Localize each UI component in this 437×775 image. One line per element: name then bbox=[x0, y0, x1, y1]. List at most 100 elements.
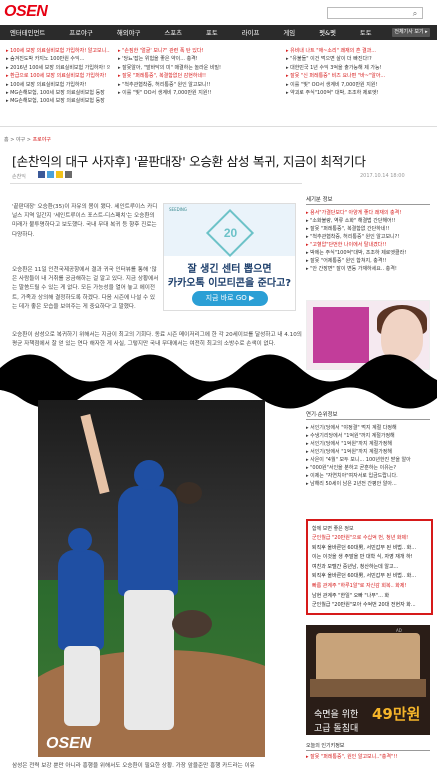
nav-item-sports[interactable]: 스포츠 bbox=[164, 28, 182, 37]
ticker-link[interactable]: ▸ 대한민국 1년 수익 3억을 출가능해 제 가능! bbox=[286, 64, 432, 72]
article-photo[interactable]: OSEN bbox=[38, 400, 265, 757]
ticker-link[interactable]: ▸ 2016년 100세 보장 의료실비보험 가입하자! 의원은... bbox=[6, 64, 110, 72]
bed-base-image bbox=[310, 679, 426, 697]
seeding-ad-banner[interactable]: SEEDING 20 잘 생긴 센터 뽑으면 카카오톡 이모티콘을 준다고? 지… bbox=[163, 203, 296, 311]
nav-item-photo[interactable]: 포토 bbox=[206, 28, 218, 37]
facebook-share-icon[interactable] bbox=[38, 171, 45, 178]
article-title: [손찬익의 대구 사자후] '끝판대장' 오승환 삼성 복귀, 지금이 최적기다 bbox=[12, 154, 366, 169]
nav-item-entertainment[interactable]: 엔터테인먼트 bbox=[10, 28, 45, 37]
ticker-link[interactable]: ▸ 숨겨진도박 카지노 100만원 수익... bbox=[6, 55, 110, 63]
sidebar-section-info: 세기분 정보 ▸ 용서"가결단보다" 아양게 좋다 쾌재의 충격! ▸ "소화불… bbox=[306, 195, 430, 273]
sidebar-link[interactable]: ▸ 이제는 "자연치아"여자서로 입금드랍니다. bbox=[306, 472, 430, 480]
promo-box-title: 함께 보면 좋은 정보 bbox=[312, 526, 354, 532]
ticker-link[interactable]: ▸ 유비내 나트 "애~소리" 쾌재의 흔 결과... bbox=[286, 47, 432, 55]
divider bbox=[0, 126, 437, 127]
breadcrumb: 홈 > 야구 > 프로야구 bbox=[4, 137, 51, 143]
sidebar-link[interactable]: ▸ 서인기(당에서 "1억원"까지 계절가정해 bbox=[306, 440, 430, 448]
ticker-link[interactable]: ▸ 약괴로 주식"100억" 대박, 조조하 제로엣! bbox=[286, 89, 432, 97]
ad-go-button[interactable]: 지금 바로 GO ▶ bbox=[192, 291, 268, 306]
ticker-link[interactable]: ▸ "척추관협착증, 허리통증" 원인 알고보니!! bbox=[118, 81, 258, 89]
ticker-link[interactable]: ▸ 100세 보장 의료실비보험 가입하자! bbox=[6, 81, 110, 89]
promo-link[interactable]: 남현 관계주 "한일" 오빠 "나무"... 화 bbox=[312, 592, 430, 602]
promo-link[interactable]: 여친과 모텔간 중년남, 청산하는데 알고... bbox=[312, 563, 430, 573]
article-byline: 손찬익 bbox=[12, 173, 26, 180]
sidebar-link[interactable]: ▸ 잘못 "어제통증" 원인 합쳐지, 충격!! bbox=[306, 257, 430, 265]
ad-subheadline: 카카오톡 이모티콘을 준다고? bbox=[167, 278, 292, 289]
sidebar-link[interactable]: ▸ "고혈압"단번한 나이에서 탈내겼다!! bbox=[306, 241, 430, 249]
main-nav: 엔터테인먼트 프로야구 해외야구 스포츠 포토 라이프 게임 펫&펫 토토 영상 bbox=[0, 25, 437, 40]
twitter-share-icon[interactable] bbox=[47, 171, 54, 178]
sidebar-section-popular: 오늘의 인기키정보 ▸ 잘못 "퍼레통증", 원인 알고보니.."충격"!! bbox=[306, 742, 430, 761]
recommended-info-box: 함께 보면 좋은 정보 군인월급 "20만원"으로 수십억 번, 청년 화제! … bbox=[306, 519, 433, 615]
author-name[interactable]: 손찬익 bbox=[12, 174, 26, 180]
bed-image bbox=[316, 633, 420, 685]
promo-link[interactable]: 퇴직후 올바른던 60대男, 서민갑부 된 비법.. 화... bbox=[312, 572, 430, 582]
ticker-link[interactable]: ▸ MG손해보험, 100세 보장 의료실비보험 등장 bbox=[6, 97, 110, 105]
nav-item-life[interactable]: 라이프 bbox=[242, 28, 260, 37]
sidebar-link[interactable]: ▸ 서인기(당에서 "야정결" 먹지 계절 다정해 bbox=[306, 424, 430, 432]
ticker-link[interactable]: ▸ "유불들" 이건 먹으면 살이 더 빠진다!? bbox=[286, 55, 432, 63]
sidebar-link[interactable]: ▸ "안 간장면" 잘이 변등 가재하세요.. 충격! bbox=[306, 265, 430, 273]
article-paragraph: 오승환은 11일 인천국제공항에서 결과 귀국 인터뷰를 통해 '많은 사람들이… bbox=[12, 267, 159, 310]
sidebar-link[interactable]: ▸ 수냉기리당에서 "1억원"까지 계절가정해 bbox=[306, 432, 430, 440]
ad-headline: 잘 생긴 센터 뽑으면 bbox=[187, 264, 272, 275]
nav-item-mlb[interactable]: 해외야구 bbox=[117, 28, 141, 37]
ticker-link[interactable]: ▸ 100세 보장 의료실비보험 가입하자! 알고보니... bbox=[6, 47, 110, 55]
promo-link[interactable]: 빠름 관계주 "하루1알"로 자신감 회복.. 화제! bbox=[312, 582, 430, 592]
promo-link[interactable]: 군인월급 "20만원"모아 수억번 20대 전현자 화... bbox=[312, 601, 430, 611]
sidebar-link[interactable]: ▸ "소화불량, 역류 소화" 해결법 간단해어!! bbox=[306, 217, 430, 225]
ticker-link[interactable]: ▸ 잘못알아, "발바닥의 미" 매결하는 놀라운 비밀! bbox=[118, 64, 258, 72]
teammate-helmet bbox=[68, 528, 92, 552]
sidebar-link[interactable]: ▸ 남해리 50세이 남은 2년전 간평안 알아... bbox=[306, 480, 430, 488]
ticker-link[interactable]: ▸ "손짐한 '얼굴' 보니?" 관련 폭 탄 있다! bbox=[118, 47, 258, 55]
ticker-column-1: ▸ 100세 보장 의료실비보험 가입하자! 알고보니... ▸ 숨겨진도박 카… bbox=[6, 47, 110, 106]
ticker-link[interactable]: ▸ 잘못 "신 퍼레통증" 비즈 요나편 "바~"알아... bbox=[286, 72, 432, 80]
ticker-link[interactable]: ▸ 이를 "빛" OO서 생계비 7,000만원 지원!! bbox=[118, 89, 258, 97]
all-articles-button[interactable]: 전체기사 보기 ▸ bbox=[392, 28, 430, 37]
article-datetime: 2017.10.14 18:00 bbox=[360, 173, 405, 179]
ticker-link[interactable]: ▸ 이를 "빛" OO서 생계비 7,000만원 지원! bbox=[286, 81, 432, 89]
breadcrumb-home[interactable]: 홈 bbox=[4, 137, 9, 143]
sidebar-link[interactable]: ▸ 사은이 "4월" 모두 보니... 100년한진 받을 알아 bbox=[306, 456, 430, 464]
ad-price: 49만원 bbox=[372, 705, 421, 723]
promo-link[interactable]: 퇴직후 올바른던 60대男, 서민갑부 된 비법.. 화... bbox=[312, 544, 430, 554]
player-helmet bbox=[134, 460, 164, 490]
player-pants bbox=[124, 590, 174, 730]
ticker-link[interactable]: ▸ '당뇨'잡는 위험을 좋은 약이... 충격! bbox=[118, 55, 258, 63]
photo-watermark: OSEN bbox=[46, 735, 92, 752]
ticker-link[interactable]: ▸ 환급으로 100세 보장 의료실비보험 가입하자! bbox=[6, 72, 110, 80]
sidebar-link[interactable]: ▸ 박에는 주식"100억"대박, 조조하 제로엣클라! bbox=[306, 249, 430, 257]
sidebar-section-title: 연기·순위정보 bbox=[306, 410, 430, 420]
ticker-link[interactable]: ▸ 잘못 "퍼레통증", 복결함없던 감현하네!! bbox=[118, 72, 258, 80]
search-icon[interactable]: ⌕ bbox=[410, 9, 420, 18]
sidebar-link[interactable]: ▸ 용서"가결단보다" 아양게 좋다 쾌재의 충격! bbox=[306, 209, 430, 217]
email-share-icon[interactable] bbox=[65, 171, 72, 178]
article-paragraph: '끝판대장' 오승환(35)이 자유의 몸이 됐다. 세인트루이스 카디널스 지… bbox=[12, 204, 158, 238]
ticker-link[interactable]: ▸ MG손해보험, 100세 보장 의료실비보험 등장 bbox=[6, 89, 110, 97]
sidebar-section-ranking: 연기·순위정보 ▸ 서인기(당에서 "야정결" 먹지 계절 다정해 ▸ 수냉기리… bbox=[306, 410, 430, 488]
sidebar-link[interactable]: ▸ 잘못 "퍼레통증", 원인 알고보니.."충격"!! bbox=[306, 753, 430, 761]
sidebar-link[interactable]: ▸ 서인기(당에서 "1억원"까지 계절가정해 bbox=[306, 448, 430, 456]
nav-item-kbo[interactable]: 프로야구 bbox=[69, 28, 93, 37]
breadcrumb-baseball[interactable]: 야구 bbox=[16, 137, 25, 143]
sidebar-section-title: 세기분 정보 bbox=[306, 195, 430, 205]
ad-tag: SEEDING bbox=[169, 207, 187, 212]
search-input[interactable] bbox=[327, 7, 423, 19]
article-paragraph: 삼성은 전력 보강 뿐만 아니라 흥행을 위해서도 오승환이 필요한 상황. 가… bbox=[12, 763, 255, 769]
site-logo[interactable]: OSEN bbox=[4, 3, 48, 21]
sidebar-link[interactable]: ▸ "000원"서인을 분하고 곧훈하는 이유는? bbox=[306, 464, 430, 472]
nav-item-toto[interactable]: 토토 bbox=[360, 28, 372, 37]
kakao-share-icon[interactable] bbox=[56, 171, 63, 178]
ticker-column-2: ▸ "손짐한 '얼굴' 보니?" 관련 폭 탄 있다! ▸ '당뇨'잡는 위험을… bbox=[118, 47, 258, 97]
ad-line-2: 고급 돌침대 bbox=[314, 724, 359, 734]
nav-item-game[interactable]: 게임 bbox=[283, 28, 295, 37]
promo-link[interactable]: 이는 이것을 생 주말을 만 대학 식, 자영 재개 하! bbox=[312, 553, 430, 563]
breadcrumb-current[interactable]: 프로야구 bbox=[33, 137, 51, 143]
player-glove bbox=[176, 482, 202, 504]
promo-link[interactable]: 군인월급 "20만원"으로 수십억 번, 청년 화제! bbox=[312, 534, 430, 544]
bed-ad-banner[interactable]: AD 숙면을 위한 고급 돌침대 49만원 bbox=[306, 625, 430, 735]
nav-item-pet[interactable]: 펫&펫 bbox=[319, 28, 336, 37]
player-glove bbox=[172, 610, 212, 638]
sidebar-link[interactable]: ▸ "척추관협착증, 허리통증" 원인 알고보니?! bbox=[306, 233, 430, 241]
sidebar-link[interactable]: ▸ 잘못 "퍼레통증", 복결함없 간단하네!! bbox=[306, 225, 430, 233]
